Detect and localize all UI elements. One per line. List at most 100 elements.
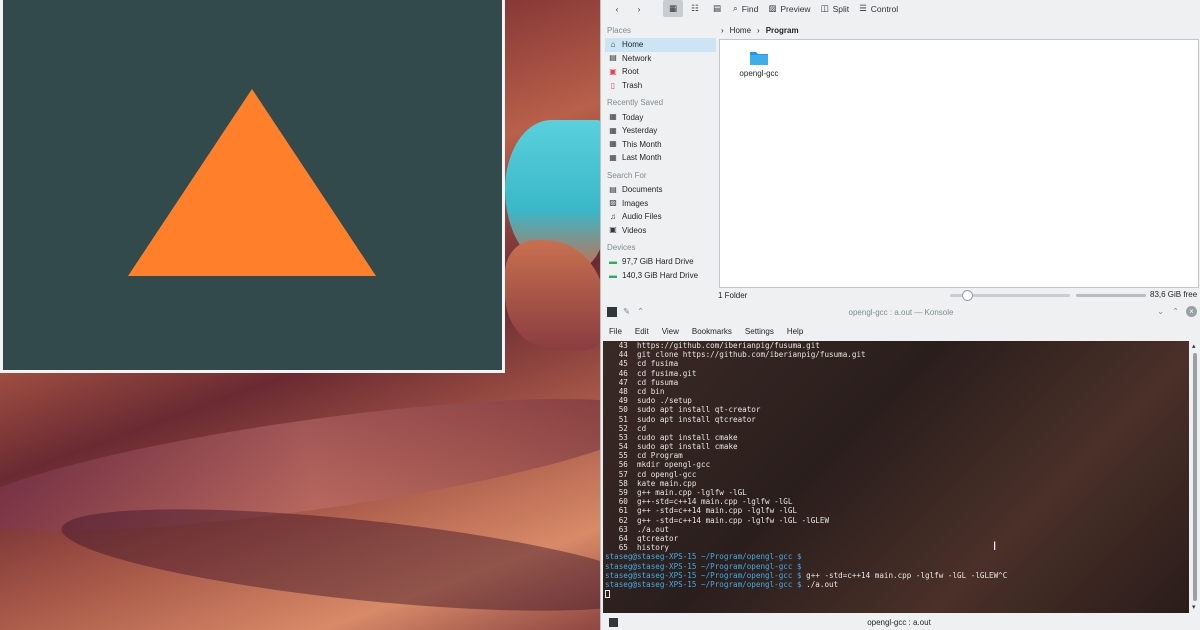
command: ./a.out bbox=[801, 579, 839, 589]
image-icon: ▨ bbox=[609, 198, 617, 208]
terminal-line: 60 g++-std=c++14 main.cpp -lglfw -lGL bbox=[605, 497, 793, 507]
terminal-line: 48 cd bin bbox=[605, 386, 665, 396]
recent-item-yesterday[interactable]: ▦ Yesterday bbox=[601, 124, 719, 138]
breadcrumb-current[interactable]: Program bbox=[766, 26, 799, 35]
back-button[interactable]: ‹ bbox=[607, 0, 627, 17]
prompt: staseg@staseg-XPS-15 ~/Program/opengl-gc… bbox=[605, 561, 802, 571]
music-note-icon: ♫ bbox=[610, 211, 616, 221]
terminal-line: 64 qtcreator bbox=[605, 533, 679, 543]
close-icon[interactable]: × bbox=[1186, 306, 1197, 317]
menu-view[interactable]: View bbox=[662, 327, 679, 336]
recent-header: Recently Saved bbox=[607, 98, 664, 108]
opengl-window[interactable] bbox=[0, 0, 505, 373]
folder-item[interactable]: opengl-gcc bbox=[737, 50, 781, 78]
prompt-line: staseg@staseg-XPS-15 ~/Program/opengl-gc… bbox=[605, 552, 1189, 561]
document-icon: ▤ bbox=[609, 184, 617, 194]
prompt-line: staseg@staseg-XPS-15 ~/Program/opengl-gc… bbox=[605, 580, 1189, 589]
details-view-button[interactable]: ▤ bbox=[707, 0, 727, 17]
breadcrumb: › Home › Program bbox=[719, 22, 1199, 38]
terminal-line: 49 sudo ./setup bbox=[605, 396, 692, 406]
terminal-line: 55 cd Program bbox=[605, 451, 683, 461]
device-item[interactable]: ▬ 97,7 GiB Hard Drive bbox=[601, 255, 719, 269]
file-view[interactable]: opengl-gcc bbox=[719, 39, 1199, 288]
folder-icon bbox=[750, 50, 768, 65]
menu-help[interactable]: Help bbox=[787, 327, 803, 336]
cursor-line bbox=[605, 589, 1189, 599]
terminal-line: 53 cudo apt install cmake bbox=[605, 432, 738, 442]
window-title: opengl-gcc : a.out — Konsole bbox=[848, 307, 954, 317]
chevron-down-icon[interactable]: ▾ bbox=[1192, 603, 1196, 611]
details-view-icon: ▤ bbox=[712, 3, 722, 13]
terminal-output[interactable]: 43 https://github.com/iberianpig/fusuma.… bbox=[603, 341, 1189, 613]
menu-bookmarks[interactable]: Bookmarks bbox=[692, 327, 732, 336]
maximize-icon[interactable]: ⌃ bbox=[1172, 306, 1179, 317]
tab-bar: opengl-gcc : a.out bbox=[601, 615, 1200, 630]
wallpaper-band bbox=[57, 488, 663, 630]
prompt: staseg@staseg-XPS-15 ~/Program/opengl-gc… bbox=[605, 579, 802, 589]
free-space-bar bbox=[1076, 294, 1146, 297]
terminal-line: 61 g++ -std=c++14 main.cpp -lglfw -lGL bbox=[605, 506, 798, 516]
free-space-label: 83,6 GiB free bbox=[1150, 290, 1198, 299]
devices-header: Devices bbox=[607, 243, 636, 253]
menu-edit[interactable]: Edit bbox=[635, 327, 649, 336]
menu-file[interactable]: File bbox=[609, 327, 622, 336]
terminal-line: 65 history bbox=[605, 543, 670, 553]
hard-drive-icon: ▬ bbox=[609, 270, 617, 280]
prompt: staseg@staseg-XPS-15 ~/Program/opengl-gc… bbox=[605, 552, 802, 562]
search-item-images[interactable]: ▨ Images bbox=[601, 196, 719, 210]
terminal-line: 51 sudo apt install qtcreator bbox=[605, 414, 756, 424]
terminal-line: 62 g++ -std=c++14 main.cpp -lglfw -lGL -… bbox=[605, 515, 830, 525]
places-item-trash[interactable]: ▯ Trash bbox=[601, 79, 719, 93]
search-item-documents[interactable]: ▤ Documents bbox=[601, 183, 719, 197]
split-button[interactable]: ◫ Split bbox=[817, 0, 854, 17]
terminal-line: 46 cd fusima.git bbox=[605, 368, 697, 378]
konsole-titlebar[interactable]: ✎ ⌃ opengl-gcc : a.out — Konsole ⌄ ⌃ × bbox=[601, 303, 1200, 321]
chevron-up-icon[interactable]: ▴ bbox=[1192, 342, 1196, 350]
compact-view-button[interactable]: ☷ bbox=[685, 0, 705, 17]
orange-triangle bbox=[128, 89, 376, 276]
calendar-icon: ▦ bbox=[609, 125, 617, 135]
breadcrumb-home[interactable]: Home bbox=[730, 26, 751, 35]
terminal-cursor bbox=[605, 590, 610, 599]
terminal-line: 59 g++ main.cpp -lglfw -lGL bbox=[605, 488, 747, 497]
recent-item-today[interactable]: ▦ Today bbox=[601, 110, 719, 124]
zoom-slider-handle[interactable] bbox=[962, 290, 973, 301]
terminal-scrollbar[interactable]: ▴ ▾ bbox=[1190, 341, 1200, 613]
menu-settings[interactable]: Settings bbox=[745, 327, 774, 336]
hard-drive-icon: ▬ bbox=[609, 256, 617, 266]
calendar-icon: ▦ bbox=[609, 112, 617, 122]
recent-item-this-month[interactable]: ▦ This Month bbox=[601, 138, 719, 152]
chevron-right-icon: › bbox=[637, 3, 641, 14]
terminal-line: 50 sudo apt install qt-creator bbox=[605, 405, 761, 415]
scrollbar-thumb[interactable] bbox=[1193, 353, 1197, 601]
konsole-window: ✎ ⌃ opengl-gcc : a.out — Konsole ⌄ ⌃ × F… bbox=[600, 303, 1200, 630]
icons-view-button[interactable]: ▦ bbox=[663, 0, 683, 17]
places-item-network[interactable]: ▤ Network bbox=[601, 52, 719, 66]
item-count: 1 Folder bbox=[718, 291, 748, 300]
command: g++ -std=c++14 main.cpp -lglfw -lGL -lGL… bbox=[801, 570, 1008, 580]
icons-view-icon: ▦ bbox=[668, 3, 678, 13]
minimize-icon[interactable]: ⌄ bbox=[1157, 306, 1164, 317]
split-label: Split bbox=[832, 3, 850, 14]
search-item-videos[interactable]: ▣ Videos bbox=[601, 224, 719, 238]
places-item-home[interactable]: ⌂ Home bbox=[605, 38, 716, 52]
tab-active[interactable]: opengl-gcc : a.out bbox=[619, 618, 1179, 627]
search-item-audio-files[interactable]: ♫ Audio Files bbox=[601, 210, 719, 224]
terminal-line: 57 cd opengl-gcc bbox=[605, 469, 697, 479]
terminal-line: 45 cd fusima bbox=[605, 359, 679, 369]
find-button[interactable]: ⌕ Find bbox=[729, 0, 762, 17]
places-item-root[interactable]: ▣ Root bbox=[601, 65, 719, 79]
recent-item-last-month[interactable]: ▦ Last Month bbox=[601, 151, 719, 165]
terminal-line: 44 git clone https://github.com/iberianp… bbox=[605, 350, 866, 360]
control-button[interactable]: ☰ Control bbox=[855, 0, 902, 17]
preview-label: Preview bbox=[780, 3, 811, 14]
device-item[interactable]: ▬ 140,3 GiB Hard Drive bbox=[601, 269, 719, 283]
home-icon: ⌂ bbox=[610, 39, 616, 49]
places-header: Places bbox=[607, 26, 632, 35]
image-icon: ▨ bbox=[768, 3, 777, 13]
prompt-line: staseg@staseg-XPS-15 ~/Program/opengl-gc… bbox=[605, 562, 1189, 571]
forward-button[interactable]: › bbox=[629, 0, 649, 17]
preview-button[interactable]: ▨ Preview bbox=[764, 0, 814, 17]
places-panel: Places ⌂ Home ▤ Network ▣ Root ▯ Trash Recen… bbox=[601, 20, 719, 303]
opengl-canvas bbox=[3, 0, 502, 370]
